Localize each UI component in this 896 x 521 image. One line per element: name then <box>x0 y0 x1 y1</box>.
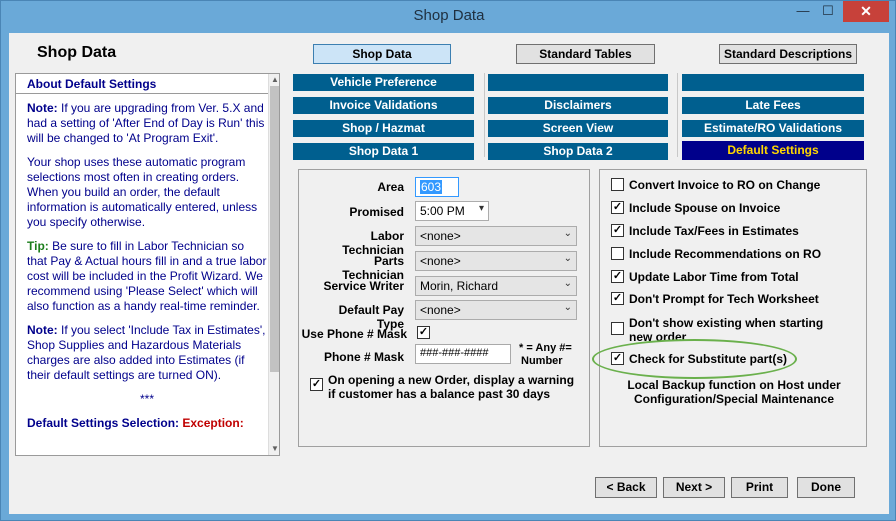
nav-blank[interactable] <box>682 74 864 91</box>
nav-late-fees[interactable]: Late Fees <box>682 97 864 114</box>
nav-disclaimers[interactable]: Disclaimers <box>488 97 668 114</box>
nav-divider <box>484 73 485 157</box>
parts-technician-value: <none> <box>420 254 461 268</box>
default-pay-type-value: <none> <box>420 303 461 317</box>
labor-technician-select[interactable]: <none> ⌄ <box>415 226 577 246</box>
done-button[interactable]: Done <box>797 477 855 498</box>
nav-invoice-validations[interactable]: Invoice Validations <box>293 97 474 114</box>
chevron-down-icon: ⌄ <box>563 302 572 313</box>
note-text: If you are upgrading from Ver. 5.X and h… <box>27 101 265 145</box>
nav-blank[interactable] <box>488 74 668 91</box>
note-text: If you select 'Include Tax in Estimates'… <box>27 323 266 382</box>
use-phone-mask-checkbox[interactable]: ✓ <box>417 326 430 339</box>
default-pay-type-select[interactable]: <none> ⌄ <box>415 300 577 320</box>
convert-invoice-label: Convert Invoice to RO on Change <box>629 178 821 192</box>
tab-standard-descriptions[interactable]: Standard Descriptions <box>719 44 857 64</box>
convert-invoice-checkbox[interactable] <box>611 178 624 191</box>
area-value: 603 <box>420 180 443 194</box>
page-title: Shop Data <box>37 44 117 61</box>
nav-vehicle-preference[interactable]: Vehicle Preference <box>293 74 474 91</box>
nav-shop-hazmat[interactable]: Shop / Hazmat <box>293 120 474 137</box>
dont-prompt-tech-worksheet-label: Don't Prompt for Tech Worksheet <box>629 292 819 306</box>
maximize-icon[interactable]: ☐ <box>816 1 840 22</box>
include-tax-fees-checkbox[interactable]: ✓ <box>611 224 624 237</box>
nav-default-settings[interactable]: Default Settings <box>682 141 864 160</box>
tab-shop-data[interactable]: Shop Data <box>313 44 451 64</box>
promised-select[interactable]: 5:00 PM ▾ <box>415 201 489 221</box>
dont-prompt-tech-worksheet-checkbox[interactable]: ✓ <box>611 292 624 305</box>
scroll-up-icon[interactable]: ▲ <box>269 74 279 86</box>
chevron-down-icon: ⌄ <box>563 278 572 289</box>
chevron-down-icon: ⌄ <box>563 253 572 264</box>
tip-label: Tip: <box>27 239 49 253</box>
phone-mask-input[interactable]: ###-###-#### <box>415 344 511 364</box>
phone-mask-hint: * = Any #= <box>519 342 572 354</box>
labor-technician-label: Labor Technician <box>342 229 404 257</box>
phone-mask-hint-number: Number <box>521 355 563 367</box>
note-label: Note: <box>27 101 58 115</box>
close-icon[interactable]: ✕ <box>843 1 889 22</box>
use-phone-mask-label: Use Phone # Mask <box>301 327 407 341</box>
scroll-thumb[interactable] <box>270 86 279 372</box>
help-scrollbar[interactable]: ▲ ▼ <box>268 74 279 455</box>
cut-text-exception: Exception: <box>182 416 244 430</box>
window-frame: Shop Data — ☐ ✕ Shop Data Shop Data Stan… <box>0 0 896 521</box>
client-area: Shop Data Shop Data Standard Tables Stan… <box>9 33 889 514</box>
cut-text: Default Settings Selection: <box>27 416 180 430</box>
help-panel: About Default Settings Note: If you are … <box>15 73 280 456</box>
minimize-icon[interactable]: — <box>791 1 815 22</box>
help-heading: About Default Settings <box>16 74 268 94</box>
phone-mask-label: Phone # Mask <box>323 350 404 364</box>
promised-value: 5:00 PM <box>420 204 465 218</box>
tab-standard-tables[interactable]: Standard Tables <box>516 44 655 64</box>
include-tax-fees-label: Include Tax/Fees in Estimates <box>629 224 799 238</box>
balance-warning-checkbox[interactable]: ✓ <box>310 378 323 391</box>
next-button[interactable]: Next > <box>663 477 725 498</box>
promised-label: Promised <box>349 205 404 219</box>
nav-screen-view[interactable]: Screen View <box>488 120 668 137</box>
update-labor-time-label: Update Labor Time from Total <box>629 270 799 284</box>
area-label: Area <box>377 180 404 194</box>
include-recommendations-checkbox[interactable] <box>611 247 624 260</box>
service-writer-select[interactable]: Morin, Richard ⌄ <box>415 276 577 296</box>
note-label: Note: <box>27 323 58 337</box>
chevron-down-icon: ⌄ <box>563 228 572 239</box>
service-writer-value: Morin, Richard <box>420 279 499 293</box>
help-text: Note: If you are upgrading from Ver. 5.X… <box>27 101 267 440</box>
print-button[interactable]: Print <box>731 477 788 498</box>
labor-technician-value: <none> <box>420 229 461 243</box>
include-spouse-checkbox[interactable]: ✓ <box>611 201 624 214</box>
highlight-annotation <box>592 339 797 379</box>
update-labor-time-checkbox[interactable]: ✓ <box>611 270 624 283</box>
separator-stars: *** <box>139 392 154 406</box>
include-spouse-label: Include Spouse on Invoice <box>629 201 781 215</box>
local-backup-note: Local Backup function on Host under Conf… <box>627 378 841 406</box>
nav-shop-data-1[interactable]: Shop Data 1 <box>293 143 474 160</box>
tip-text: Be sure to fill in Labor Technician so t… <box>27 239 267 313</box>
dont-show-existing-checkbox[interactable] <box>611 322 624 335</box>
title-bar[interactable]: Shop Data — ☐ ✕ <box>1 1 896 33</box>
parts-technician-label: Parts Technician <box>342 254 404 282</box>
area-input[interactable]: 603 <box>415 177 459 197</box>
parts-technician-select[interactable]: <none> ⌄ <box>415 251 577 271</box>
scroll-down-icon[interactable]: ▼ <box>269 443 279 455</box>
balance-warning-label: On opening a new Order, display a warnin… <box>328 373 575 401</box>
nav-estimate-ro-validations[interactable]: Estimate/RO Validations <box>682 120 864 137</box>
back-button[interactable]: < Back <box>595 477 657 498</box>
dropdown-caret-icon: ▾ <box>478 203 484 214</box>
include-recommendations-label: Include Recommendations on RO <box>629 247 822 261</box>
service-writer-label: Service Writer <box>323 279 405 293</box>
window-title: Shop Data <box>413 7 485 24</box>
nav-divider <box>677 73 678 157</box>
nav-shop-data-2[interactable]: Shop Data 2 <box>488 143 668 160</box>
help-paragraph: Your shop uses these automatic program s… <box>27 155 258 229</box>
